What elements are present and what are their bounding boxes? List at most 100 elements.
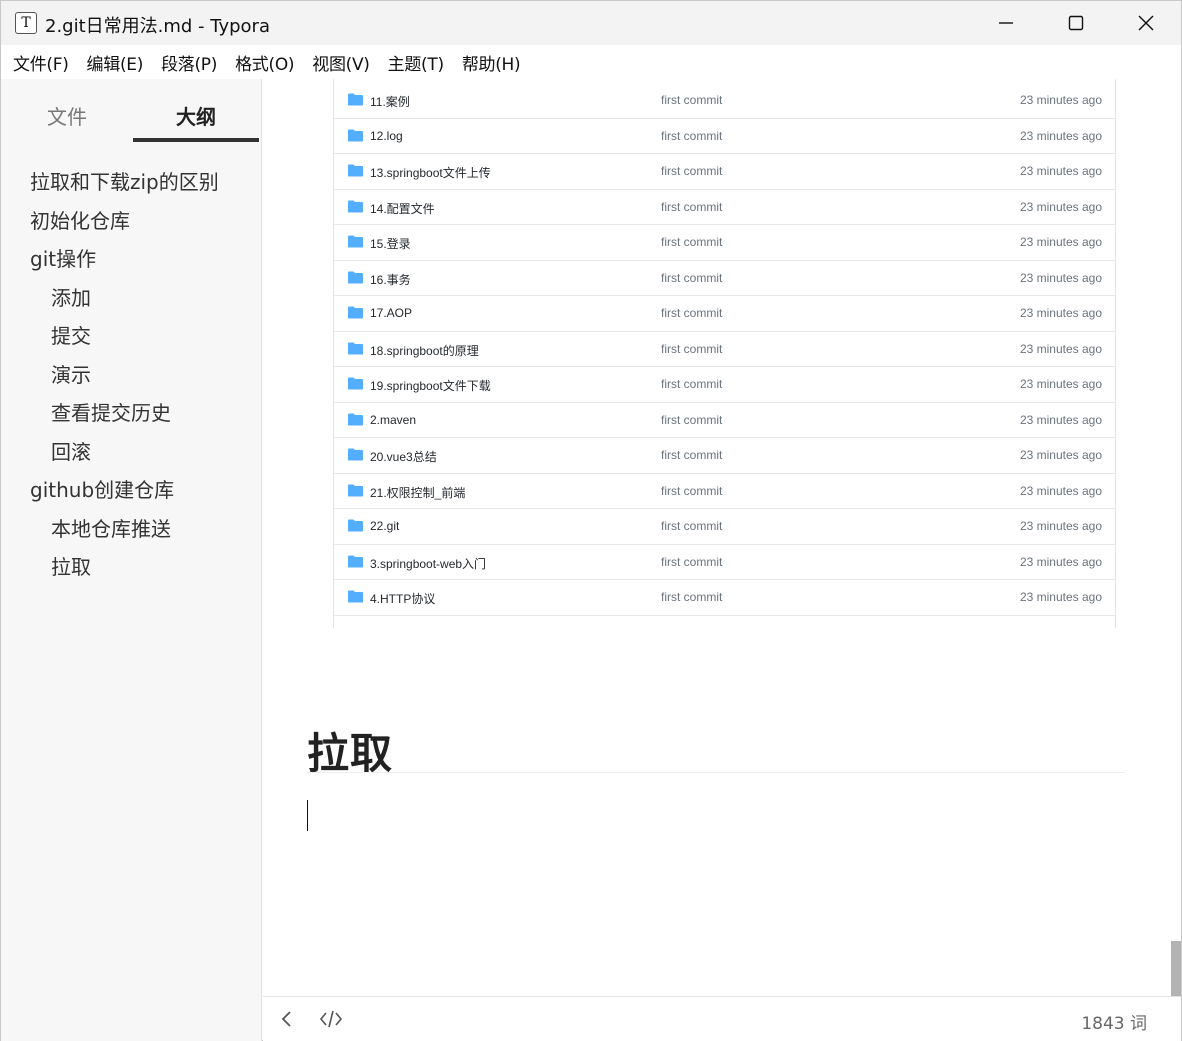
- repo-commit-message[interactable]: first commit: [661, 235, 722, 249]
- repo-folder-name[interactable]: 3.springboot-web入门: [370, 555, 486, 572]
- repo-row[interactable]: 11.案例 first commit 23 minutes ago: [334, 83, 1115, 119]
- outline-item[interactable]: 本地仓库推送: [1, 510, 262, 549]
- repo-folder-name[interactable]: 21.权限控制_前端: [370, 484, 465, 501]
- repo-folder-name[interactable]: 2.maven: [370, 413, 416, 427]
- repo-commit-message[interactable]: first commit: [661, 93, 722, 107]
- repo-commit-message[interactable]: first commit: [661, 129, 722, 143]
- outline-item[interactable]: 查看提交历史: [1, 394, 262, 433]
- repo-commit-message[interactable]: first commit: [661, 342, 722, 356]
- repo-folder-name[interactable]: 16.事务: [370, 271, 411, 288]
- heading-divider: [307, 772, 1125, 773]
- outline-item[interactable]: 演示: [1, 356, 262, 395]
- outline-item[interactable]: 提交: [1, 317, 262, 356]
- repo-row[interactable]: 19.springboot文件下载 first commit 23 minutes …: [334, 367, 1115, 403]
- editor-area[interactable]: 11.案例 first commit 23 minutes ago 12.log fir…: [263, 79, 1181, 996]
- repo-commit-time: 23 minutes ago: [1019, 128, 1102, 143]
- close-button[interactable]: [1111, 1, 1181, 45]
- repo-folder-name[interactable]: 11.案例: [370, 93, 410, 110]
- outline-item[interactable]: 添加: [1, 279, 262, 318]
- repo-commit-message[interactable]: first commit: [661, 377, 722, 391]
- repo-row[interactable]: 18.springboot的原理 first commit 23 minutes a…: [334, 332, 1115, 367]
- repo-folder-name[interactable]: 19.springboot文件下载: [370, 377, 491, 394]
- code-icon: [319, 1010, 343, 1028]
- sidebar: 文件 大纲 拉取和下载zip的区别 初始化仓库 git操作 添加 提交 演示 查看提交历史回…: [1, 79, 262, 1041]
- repo-commit-message[interactable]: first commit: [661, 306, 722, 320]
- repo-commit-time: 23 minutes ago: [1019, 554, 1102, 569]
- title-bar[interactable]: T 2.git日常用法.md - Typora: [1, 1, 1181, 45]
- vertical-scrollbar[interactable]: [1171, 79, 1181, 996]
- minimize-icon: [999, 22, 1013, 24]
- repo-commit-message[interactable]: first commit: [661, 164, 722, 178]
- repo-row[interactable]: 2.maven first commit 23 minutes ago: [334, 403, 1115, 438]
- menu-help[interactable]: 帮助(H): [454, 50, 529, 75]
- repo-commit-message[interactable]: first commit: [661, 271, 722, 285]
- repo-commit-message[interactable]: first commit: [661, 484, 722, 498]
- typora-app-icon: T: [15, 12, 37, 34]
- scrollbar-thumb[interactable]: [1171, 941, 1181, 996]
- menu-format[interactable]: 格式(O): [227, 50, 302, 75]
- repo-commit-message[interactable]: first commit: [661, 519, 722, 533]
- toggle-sidebar-button[interactable]: [277, 1009, 297, 1034]
- folder-icon: [348, 93, 363, 106]
- tab-outline[interactable]: 大纲: [176, 101, 216, 130]
- maximize-button[interactable]: [1041, 1, 1111, 45]
- outline-item[interactable]: 回滚: [1, 433, 262, 472]
- folder-icon: [348, 484, 363, 496]
- outline-item[interactable]: github创建仓库: [1, 471, 262, 510]
- repo-commit-message[interactable]: first commit: [661, 590, 722, 604]
- source-mode-button[interactable]: [319, 1009, 343, 1034]
- folder-icon: [348, 235, 363, 248]
- repo-folder-name[interactable]: 17.AOP: [370, 306, 412, 320]
- repo-folder-name[interactable]: 12.log: [370, 129, 403, 143]
- minimize-button[interactable]: [971, 1, 1041, 45]
- repo-commit-time: 23 minutes ago: [1019, 590, 1102, 604]
- repo-commit-time: 23 minutes ago: [1019, 341, 1102, 356]
- word-count[interactable]: 1843 词: [1081, 1009, 1147, 1034]
- outline-item[interactable]: git操作: [1, 240, 262, 279]
- menu-edit[interactable]: 编辑(E): [79, 50, 152, 75]
- tab-files[interactable]: 文件: [47, 101, 87, 130]
- repo-folder-name[interactable]: 15.登录: [370, 235, 411, 252]
- repo-row[interactable]: 4.HTTP协议 first commit 23 minutes ago: [334, 580, 1115, 616]
- outline-item[interactable]: 拉取: [1, 548, 262, 587]
- folder-icon: [348, 590, 363, 603]
- repo-folder-name[interactable]: 20.vue3总结: [370, 448, 437, 465]
- repo-commit-time: 23 minutes ago: [1019, 483, 1102, 498]
- folder-icon: [348, 342, 363, 354]
- typora-window: T 2.git日常用法.md - Typora 文件(F) 编辑(E) 段落(P…: [0, 0, 1182, 1041]
- repo-row[interactable]: 21.权限控制_前端 first commit 23 minutes ago: [334, 474, 1115, 509]
- menu-paragraph[interactable]: 段落(P): [153, 50, 225, 75]
- repo-row[interactable]: 13.springboot文件上传 first commit 23 minutes …: [334, 154, 1115, 190]
- outline-item[interactable]: 初始化仓库: [1, 202, 262, 241]
- repo-commit-time: 23 minutes ago: [1019, 164, 1102, 178]
- status-bar: 1843 词: [263, 996, 1181, 1041]
- repo-commit-message[interactable]: first commit: [661, 413, 722, 427]
- repo-row[interactable]: 16.事务 first commit 23 minutes ago: [334, 261, 1115, 296]
- menu-bar: 文件(F) 编辑(E) 段落(P) 格式(O) 视图(V) 主题(T) 帮助(H…: [1, 45, 1181, 79]
- repo-folder-name[interactable]: 14.配置文件: [370, 200, 435, 217]
- repo-folder-name[interactable]: 4.HTTP协议: [370, 590, 435, 607]
- repo-commit-message[interactable]: first commit: [661, 200, 722, 214]
- menu-theme[interactable]: 主题(T): [380, 50, 452, 75]
- outline-item[interactable]: 拉取和下载zip的区别: [1, 163, 262, 202]
- repo-folder-name[interactable]: 18.springboot的原理: [370, 342, 479, 359]
- repo-row[interactable]: 17.AOP first commit 23 minutes ago: [334, 296, 1115, 332]
- repo-commit-time: 23 minutes ago: [1019, 93, 1102, 107]
- repo-row[interactable]: 20.vue3总结 first commit 23 minutes ago: [334, 438, 1115, 474]
- close-icon: [1138, 15, 1154, 31]
- repo-folder-name[interactable]: 22.git: [370, 519, 399, 533]
- repo-row[interactable]: 3.springboot-web入门 first commit 23 minutes…: [334, 545, 1115, 580]
- repo-commit-message[interactable]: first commit: [661, 555, 722, 569]
- menu-view[interactable]: 视图(V): [304, 50, 377, 75]
- repo-row[interactable]: 15.登录 first commit 23 minutes ago: [334, 225, 1115, 261]
- repo-commit-time: 23 minutes ago: [1019, 235, 1102, 249]
- repo-commit-message[interactable]: first commit: [661, 448, 722, 462]
- active-tab-indicator: [133, 138, 259, 142]
- repo-folder-name[interactable]: 13.springboot文件上传: [370, 164, 491, 181]
- repo-row[interactable]: 12.log first commit 23 minutes ago: [334, 119, 1115, 154]
- repo-row[interactable]: 14.配置文件 first commit 23 minutes ago: [334, 190, 1115, 225]
- folder-icon: [348, 200, 363, 212]
- repo-commit-time: 23 minutes ago: [1019, 270, 1102, 285]
- repo-row[interactable]: 22.git first commit 23 minutes ago: [334, 509, 1115, 545]
- menu-file[interactable]: 文件(F): [5, 50, 77, 75]
